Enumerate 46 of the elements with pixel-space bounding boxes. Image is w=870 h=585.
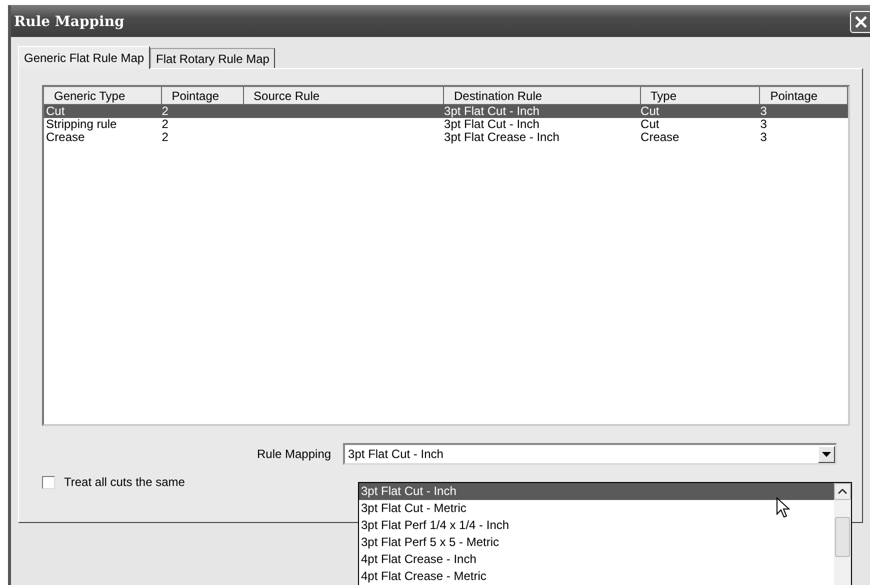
checkbox-label: Treat all cuts the same (64, 475, 185, 489)
dropdown-option[interactable]: 3pt Flat Cut - Inch (359, 483, 834, 500)
table-cell-text: 3 (760, 131, 768, 144)
caret-icon (838, 489, 847, 494)
table-cell-text: Crease (45, 131, 85, 144)
scroll-thumb[interactable] (835, 517, 850, 557)
close-button[interactable] (850, 10, 870, 32)
table-row[interactable]: Stripping rule 2 3pt Flat Cut - Inch Cut 3 (44, 118, 848, 131)
dropdown-button[interactable] (818, 446, 836, 462)
caret-icon (822, 452, 832, 456)
table-cell-text: 3pt Flat Crease - Inch (444, 131, 560, 144)
table-cell-text: Crease (640, 131, 680, 144)
table-cell-text: 3pt Flat Cut - Inch (444, 118, 540, 131)
tab[interactable]: Flat Rotary Rule Map (150, 48, 276, 68)
scroll-up-button[interactable] (834, 483, 851, 500)
table-cell-text: 3pt Flat Cut - Inch (444, 105, 540, 118)
dropdown-option[interactable]: 4pt Flat Crease - Metric (359, 568, 834, 585)
dropdown-option[interactable]: 4pt Flat Crease - Inch (359, 551, 834, 568)
column-header[interactable]: Pointage (760, 87, 848, 105)
rule-mapping-dropdown[interactable]: 3pt Flat Cut - Inch (343, 443, 838, 465)
column-header[interactable]: Generic Type (44, 87, 162, 105)
tab[interactable]: Generic Flat Rule Map (18, 46, 150, 69)
column-header[interactable]: Destination Rule (444, 87, 640, 105)
table-cell-text: Cut (640, 105, 660, 118)
column-header[interactable]: Source Rule (244, 87, 444, 105)
table-cell-text: Cut (640, 118, 660, 131)
table-cell-text: 3 (760, 105, 768, 118)
table-cell-text: 2 (162, 105, 170, 118)
table-cell-text: 2 (162, 131, 170, 144)
table-row[interactable]: Crease 2 3pt Flat Crease - Inch Crease 3 (44, 131, 848, 144)
table-row[interactable]: Cut 2 3pt Flat Cut - Inch Cut 3 (44, 105, 848, 118)
close-icon (854, 14, 868, 28)
column-header[interactable]: Pointage (162, 87, 244, 105)
mouse-cursor-icon (776, 497, 790, 519)
rule-mapping-label: Rule Mapping (257, 447, 332, 461)
column-header[interactable]: Type (640, 87, 760, 105)
dropdown-option[interactable]: 3pt Flat Cut - Metric (359, 500, 834, 517)
dropdown-option[interactable]: 3pt Flat Perf 5 x 5 - Metric (359, 534, 834, 551)
table-cell-text: 3 (760, 118, 768, 131)
dropdown-option[interactable]: 3pt Flat Perf 1/4 x 1/4 - Inch (359, 517, 834, 534)
scrollbar[interactable] (834, 483, 851, 585)
table-cell-text: Cut (45, 105, 66, 118)
table-cell-text: 2 (162, 118, 170, 131)
window-title: Rule Mapping (14, 14, 124, 30)
checkbox[interactable] (42, 476, 55, 488)
table-cell-text: Stripping rule (45, 118, 118, 131)
